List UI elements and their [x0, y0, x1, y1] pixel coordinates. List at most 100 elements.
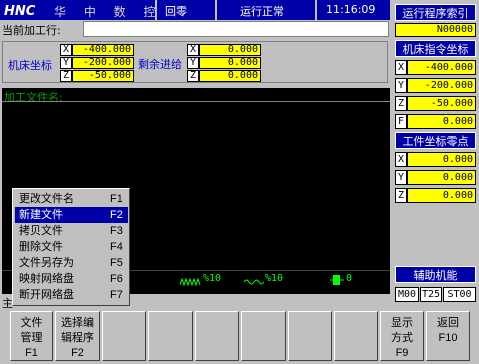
header-divider	[155, 0, 157, 20]
aux-m-code: M00	[395, 287, 419, 302]
aux-st-code: ST00	[443, 287, 476, 302]
menu-item-new-file[interactable]: 新建文件 F2	[15, 207, 128, 223]
cmd-axis-x: X	[395, 60, 407, 75]
wcs-y-value: 0.000	[407, 170, 476, 185]
fkey-f8[interactable]	[334, 311, 378, 361]
program-index-value: N00000	[395, 23, 476, 37]
rapid-icon	[330, 274, 344, 286]
header-divider	[215, 0, 217, 20]
feed-override: %10	[203, 273, 222, 284]
cmd-z-value: -50.000	[407, 96, 476, 111]
remaining-axis-x: X	[187, 44, 199, 56]
command-coord-title: 机床指令坐标	[395, 40, 476, 57]
menu-item-disconnect-drive[interactable]: 断开网络盘 F7	[15, 287, 128, 303]
fkey-code: F10	[438, 332, 458, 344]
fkey-f5[interactable]	[195, 311, 239, 361]
menu-item-label: 文件另存为	[19, 256, 74, 269]
cmd-x-value: -400.000	[407, 60, 476, 75]
remaining-x-value: 0.000	[199, 44, 261, 56]
fkey-f6[interactable]	[241, 311, 286, 361]
fkey-line2: 管理	[20, 331, 43, 344]
fkey-line2: 辑程序	[61, 331, 94, 344]
wcs-z-value: 0.000	[407, 188, 476, 203]
aux-function-title: 辅助机能	[395, 266, 476, 283]
header-divider	[315, 0, 317, 20]
mode-indicator: 回零	[165, 5, 187, 18]
cmd-axis-y: Y	[395, 78, 407, 93]
fkey-f9[interactable]: 显示方式 F9	[380, 311, 424, 361]
machine-x-value: -400.000	[72, 44, 134, 56]
main-menu-label: 主	[2, 297, 13, 310]
fkey-f1[interactable]: 文件管理 F1	[10, 311, 53, 361]
machine-axis-x: X	[60, 44, 72, 56]
fkey-code: F1	[25, 347, 38, 359]
menu-item-key: F7	[110, 289, 123, 301]
fkey-line1: 返回	[437, 316, 459, 329]
menu-item-map-drive[interactable]: 映射网络盘 F6	[15, 271, 128, 287]
work-zero-title: 工件坐标零点	[395, 132, 476, 149]
cmd-f-value: 0.000	[407, 114, 476, 129]
spindle-wave-icon	[243, 276, 265, 285]
hnc-logo: HNC	[3, 2, 49, 19]
menu-item-key: F2	[110, 209, 123, 221]
brand-name: 华 中 数 控	[54, 5, 163, 19]
remaining-axis-z: Z	[187, 70, 199, 82]
current-line-field	[83, 21, 389, 37]
spindle-override: %10	[265, 273, 284, 284]
machine-y-value: -200.000	[72, 57, 134, 69]
svg-text:HNC: HNC	[4, 4, 36, 18]
menu-item-copy[interactable]: 拷贝文件 F3	[15, 223, 128, 239]
menu-item-key: F1	[110, 193, 123, 205]
menu-item-label: 新建文件	[19, 208, 63, 221]
program-index-title: 运行程序索引	[395, 4, 476, 21]
current-line-label: 当前加工行:	[2, 24, 61, 37]
aux-t-code: T25	[420, 287, 442, 302]
machine-axis-z: Z	[60, 70, 72, 82]
fkey-line2: 方式	[391, 331, 413, 344]
file-popup-menu: 更改文件名 F1 新建文件 F2 拷贝文件 F3 删除文件 F4 文件另存为 F5 映射网…	[12, 188, 130, 306]
menu-item-key: F6	[110, 273, 123, 285]
fkey-line1: 选择编	[61, 316, 94, 329]
menu-item-key: F4	[110, 241, 123, 253]
machine-z-value: -50.000	[72, 70, 134, 82]
menu-item-label: 断开网络盘	[19, 288, 74, 301]
fkey-f2[interactable]: 选择编辑程序 F2	[55, 311, 100, 361]
clock: 11:16:09	[326, 3, 376, 16]
fkey-f4[interactable]	[148, 311, 193, 361]
wcs-axis-x: X	[395, 152, 407, 167]
right-panel: 运行程序索引 N00000 机床指令坐标 X -400.000 Y -200.0…	[392, 0, 479, 310]
file-name-label: 加工文件名:	[4, 91, 63, 104]
machine-axis-y: Y	[60, 57, 72, 69]
cmd-axis-z: Z	[395, 96, 407, 111]
file-name-divider	[2, 101, 390, 102]
menu-item-key: F5	[110, 257, 123, 269]
run-state: 运行正常	[240, 5, 284, 18]
menu-item-delete[interactable]: 删除文件 F4	[15, 239, 128, 255]
menu-item-save-as[interactable]: 文件另存为 F5	[15, 255, 128, 271]
menu-item-key: F3	[110, 225, 123, 237]
fkey-code: F2	[71, 347, 84, 359]
fkey-f10[interactable]: 返回 F10	[426, 311, 470, 361]
menu-item-label: 映射网络盘	[19, 272, 74, 285]
remaining-axis-y: Y	[187, 57, 199, 69]
menu-item-label: 更改文件名	[19, 192, 74, 205]
wcs-x-value: 0.000	[407, 152, 476, 167]
fkey-line1: 文件	[20, 316, 43, 329]
fkey-f7[interactable]	[288, 311, 332, 361]
wcs-axis-y: Y	[395, 170, 407, 185]
fkey-code: F9	[395, 347, 409, 359]
remaining-feed-label: 剩余进给	[138, 58, 182, 71]
cmd-y-value: -200.000	[407, 78, 476, 93]
menu-item-label: 删除文件	[19, 240, 63, 253]
menu-item-rename[interactable]: 更改文件名 F1	[15, 191, 128, 207]
fkey-f3[interactable]	[102, 311, 146, 361]
machine-coord-label: 机床坐标	[8, 59, 52, 72]
rapid-override: 0	[346, 273, 353, 284]
remaining-z-value: 0.000	[199, 70, 261, 82]
remaining-y-value: 0.000	[199, 57, 261, 69]
fkey-line1: 显示	[391, 316, 413, 329]
cmd-axis-f: F	[395, 114, 407, 129]
feed-wave-icon	[179, 276, 202, 287]
menu-item-label: 拷贝文件	[19, 224, 63, 237]
wcs-axis-z: Z	[395, 188, 407, 203]
